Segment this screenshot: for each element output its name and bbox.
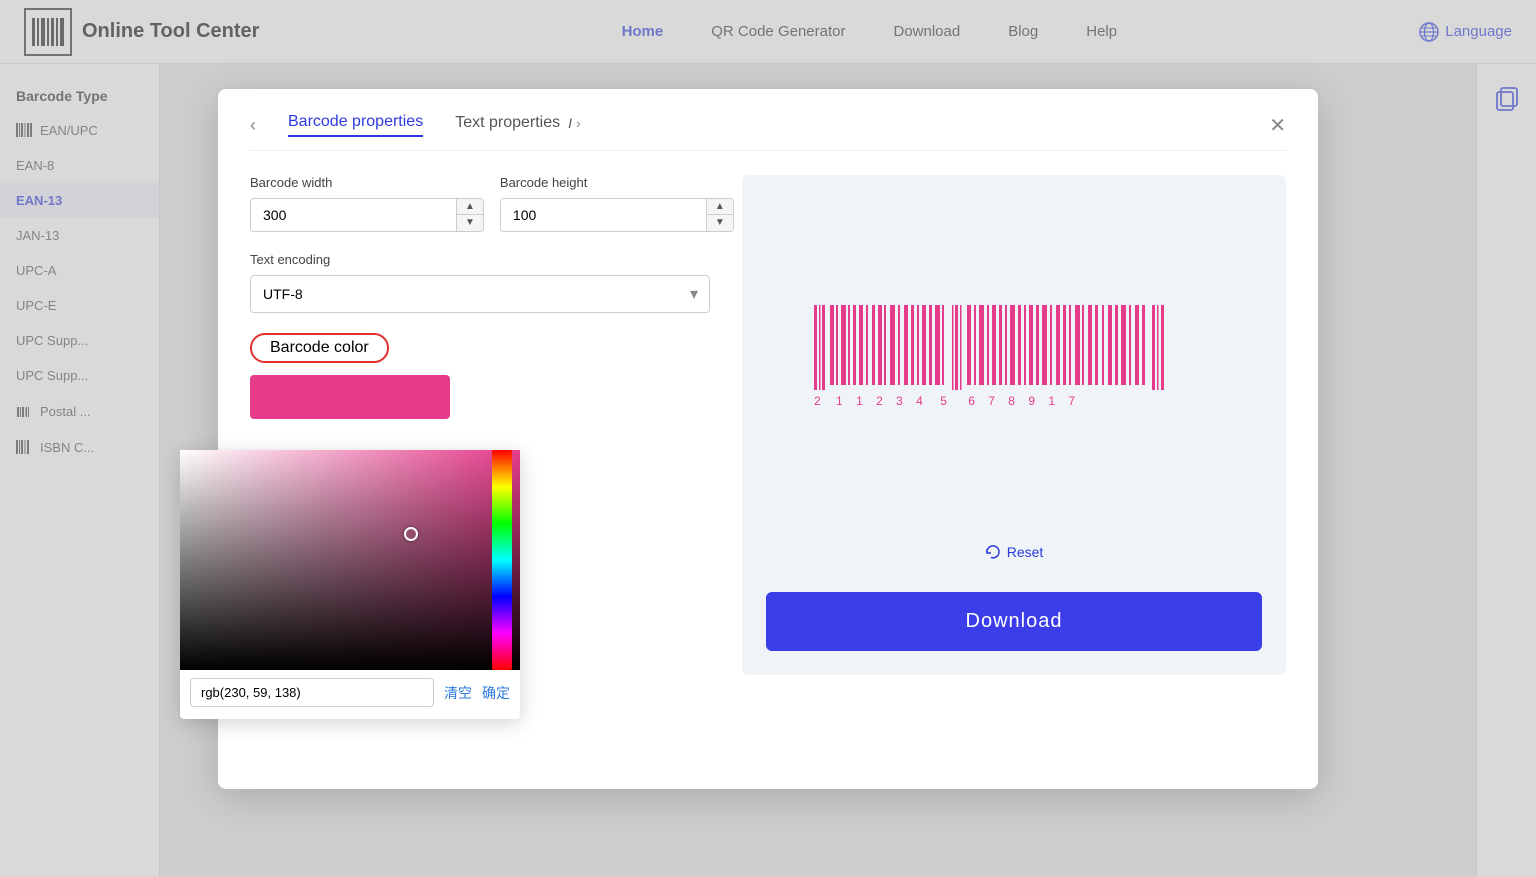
color-gradient-inner <box>180 450 520 670</box>
barcode-width-label: Barcode width <box>250 175 484 190</box>
spectrum-bar[interactable] <box>492 450 512 670</box>
text-encoding-select-wrap: UTF-8 ISO-8859-1 ASCII ▾ <box>250 275 710 313</box>
prev-arrow[interactable]: ‹ <box>250 115 256 136</box>
width-decrement-button[interactable]: ▼ <box>457 215 483 231</box>
barcode-width-group: Barcode width 300 ▲ ▼ <box>250 175 484 232</box>
barcode-color-label: Barcode color <box>270 339 369 356</box>
color-confirm-button[interactable]: 确定 <box>482 683 510 703</box>
barcode-height-label: Barcode height <box>500 175 734 190</box>
text-encoding-group: Text encoding UTF-8 ISO-8859-1 ASCII ▾ <box>250 252 710 313</box>
color-picker-footer: rgb(230, 59, 138) 清空 确定 <box>180 670 520 707</box>
tab-barcode-properties[interactable]: Barcode properties <box>288 113 423 137</box>
color-picker-popup: rgb(230, 59, 138) 清空 确定 <box>180 450 520 719</box>
barcode-width-input[interactable]: 300 <box>251 199 456 231</box>
barcode-height-group: Barcode height 100 ▲ ▼ <box>500 175 734 232</box>
svg-text:2 1 1: 2 1 1 2 3 4 5 6 7 8 9 1 7 <box>814 394 1075 408</box>
barcode-color-group: Barcode color <box>250 333 710 424</box>
modal-close-button[interactable]: ✕ <box>1269 113 1286 138</box>
barcode-width-input-spinner: 300 ▲ ▼ <box>250 198 484 232</box>
color-cursor[interactable] <box>404 527 418 541</box>
width-spinner-buttons: ▲ ▼ <box>456 199 483 231</box>
modal-header: ‹ Barcode properties Text properties I ›… <box>250 113 1286 151</box>
spectrum-row <box>492 450 520 670</box>
barcode-height-input[interactable]: 100 <box>501 199 706 231</box>
next-arrow-icon: › <box>576 115 581 131</box>
height-increment-button[interactable]: ▲ <box>707 199 733 216</box>
text-cursor-icon: I <box>568 115 572 131</box>
barcode-height-input-spinner: 100 ▲ ▼ <box>500 198 734 232</box>
color-swatch-button[interactable] <box>250 375 450 419</box>
color-picker-gradient-area <box>180 450 520 670</box>
width-increment-button[interactable]: ▲ <box>457 199 483 216</box>
download-button[interactable]: Download <box>766 592 1262 651</box>
color-gradient[interactable] <box>180 450 520 670</box>
barcode-preview: 2 1 1 2 3 4 5 6 7 8 9 1 7 <box>804 295 1224 415</box>
reset-icon <box>985 544 1001 560</box>
height-spinner-buttons: ▲ ▼ <box>706 199 733 231</box>
tab-text-properties[interactable]: Text properties I › <box>455 114 581 136</box>
color-hex-input[interactable]: rgb(230, 59, 138) <box>190 678 434 707</box>
color-clear-button[interactable]: 清空 <box>444 683 472 703</box>
dimension-fields: Barcode width 300 ▲ ▼ Barcode height 100 <box>250 175 710 232</box>
text-encoding-select[interactable]: UTF-8 ISO-8859-1 ASCII <box>250 275 710 313</box>
text-encoding-label: Text encoding <box>250 252 710 267</box>
reset-button[interactable]: Reset <box>985 544 1044 560</box>
barcode-preview-panel: 2 1 1 2 3 4 5 6 7 8 9 1 7 <box>742 175 1286 675</box>
height-decrement-button[interactable]: ▼ <box>707 215 733 231</box>
barcode-svg: 2 1 1 2 3 4 5 6 7 8 9 1 7 <box>804 295 1224 415</box>
barcode-color-label-badge: Barcode color <box>250 333 389 363</box>
